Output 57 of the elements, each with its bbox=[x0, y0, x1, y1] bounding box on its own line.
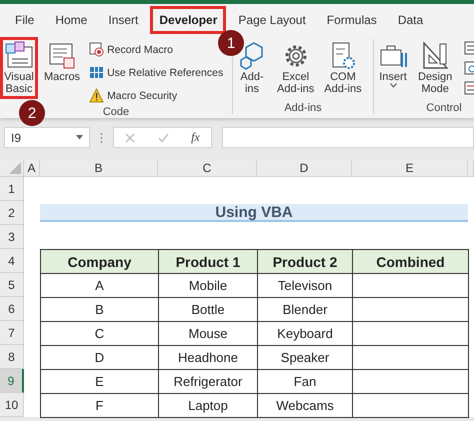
select-all-corner[interactable] bbox=[0, 160, 24, 177]
ribbon-button[interactable]: Design Mode bbox=[414, 37, 456, 99]
ribbon-tab[interactable]: Insert bbox=[99, 6, 148, 34]
ribbon-tab[interactable]: Data bbox=[388, 6, 432, 34]
table-header-cell: Product 1 bbox=[158, 249, 258, 274]
group-label: Add-ins bbox=[284, 102, 322, 116]
formula-input[interactable] bbox=[222, 127, 474, 148]
dropdown-icon bbox=[76, 135, 83, 140]
step-badge: 2 bbox=[19, 100, 45, 126]
title-cell: Using VBA bbox=[40, 204, 468, 222]
step-badge: 1 bbox=[218, 30, 244, 56]
row-header[interactable]: 5 bbox=[0, 273, 24, 297]
row-header[interactable]: 1 bbox=[0, 177, 24, 201]
caret-icon bbox=[390, 83, 396, 88]
table-header-cell: Combined bbox=[352, 249, 469, 274]
table-header-cell: Product 2 bbox=[257, 249, 353, 274]
row-header[interactable]: 10 bbox=[0, 393, 24, 417]
ribbon-button[interactable]: Macro Security bbox=[86, 85, 180, 106]
ribbon-button[interactable]: Macros bbox=[40, 37, 84, 87]
ribbon-button[interactable]: Visual Basic bbox=[0, 37, 38, 99]
column-header[interactable]: C bbox=[158, 160, 257, 177]
row-header[interactable]: 9 bbox=[0, 369, 24, 393]
row-header[interactable]: 8 bbox=[0, 345, 24, 369]
ribbon-button[interactable]: Excel Add-ins bbox=[273, 37, 318, 99]
name-box[interactable]: I9 bbox=[4, 127, 90, 148]
record-icon bbox=[89, 42, 104, 57]
cancel-icon[interactable] bbox=[125, 132, 136, 142]
column-header[interactable]: D bbox=[257, 160, 352, 177]
ribbon-tab[interactable]: Developer bbox=[150, 6, 226, 34]
column-header[interactable] bbox=[468, 160, 474, 177]
row-header[interactable]: 6 bbox=[0, 297, 24, 321]
ribbon-tab[interactable]: Home bbox=[46, 6, 96, 34]
warning-icon bbox=[89, 88, 104, 103]
ribbon-button[interactable]: Use Relative References bbox=[86, 62, 226, 83]
grid-icon bbox=[89, 65, 104, 80]
column-header[interactable]: B bbox=[40, 160, 158, 177]
column-header[interactable]: A bbox=[24, 160, 40, 177]
group-label: Control bbox=[426, 102, 462, 116]
insert-function-button[interactable]: fx bbox=[191, 130, 200, 145]
ribbon-tab[interactable]: Formulas bbox=[318, 6, 386, 34]
row-header[interactable]: 2 bbox=[0, 201, 24, 225]
ribbon-button[interactable]: COM Add-ins bbox=[320, 37, 366, 99]
check-icon[interactable] bbox=[158, 132, 169, 142]
row-header[interactable]: 7 bbox=[0, 321, 24, 345]
table-cell: F bbox=[40, 393, 159, 418]
ribbon-button[interactable]: Insert bbox=[374, 37, 412, 92]
ribbon-tab[interactable]: File bbox=[6, 6, 44, 34]
row-header[interactable]: 4 bbox=[0, 249, 24, 273]
ribbon-button[interactable]: Record Macro bbox=[86, 39, 176, 60]
group-label: Code bbox=[102, 106, 130, 118]
column-header[interactable]: E bbox=[352, 160, 468, 177]
macro-list-icon bbox=[47, 40, 78, 70]
row-header[interactable]: 3 bbox=[0, 225, 24, 249]
cubes-icon bbox=[4, 40, 34, 70]
triangle-icon bbox=[9, 162, 21, 174]
table-header-cell: Company bbox=[40, 249, 159, 274]
drag-handle-icon bbox=[100, 132, 103, 144]
